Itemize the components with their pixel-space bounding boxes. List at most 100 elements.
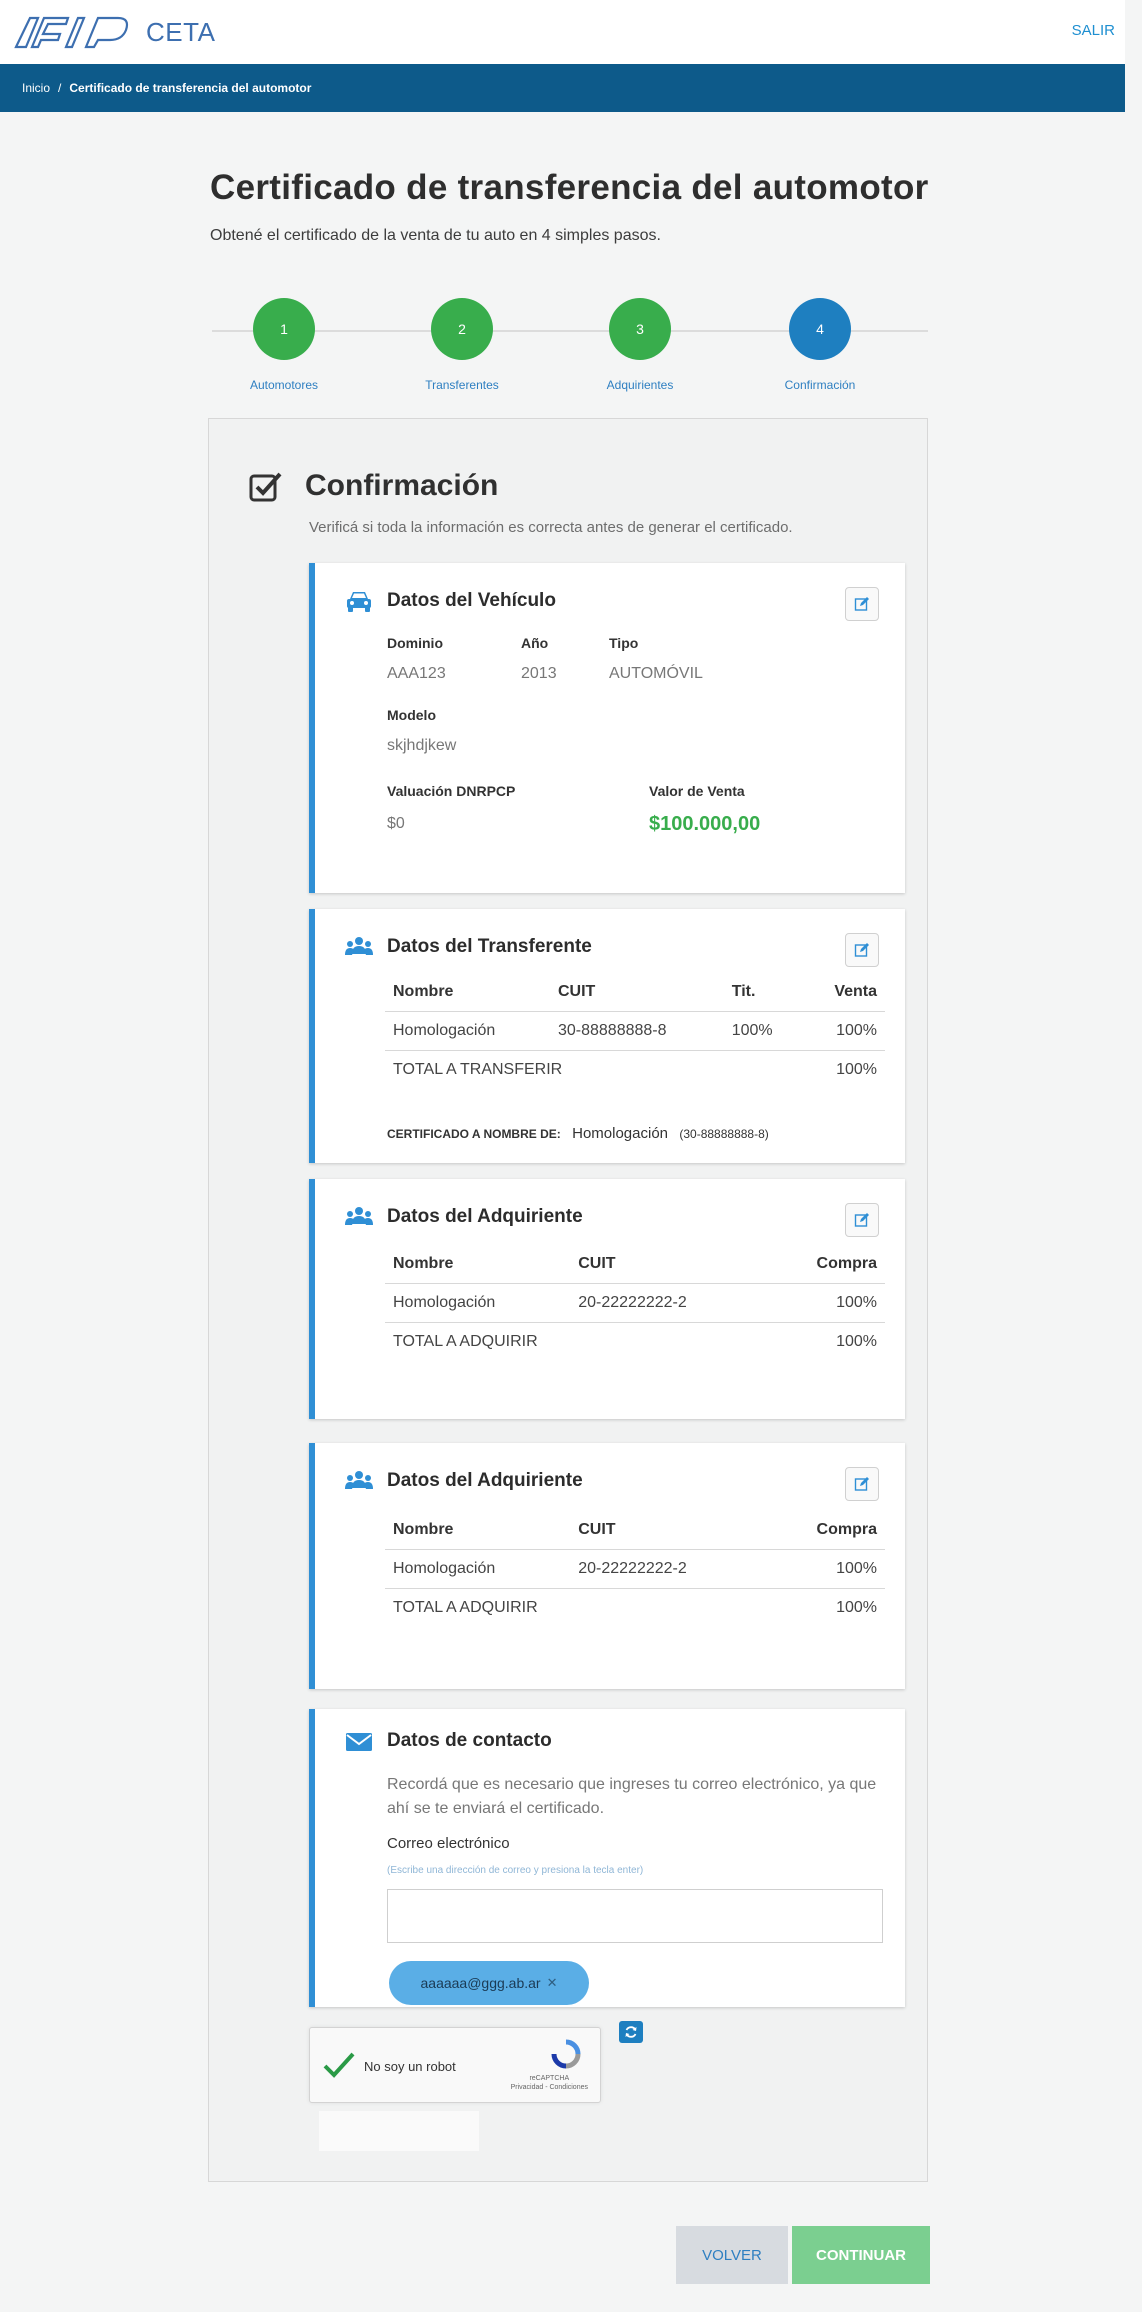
column-header: CUIT bbox=[570, 1511, 766, 1550]
column-header: CUIT bbox=[570, 1245, 766, 1284]
recaptcha-widget[interactable]: No soy un robot reCAPTCHA Privacidad - C… bbox=[309, 2027, 601, 2103]
acquirer-card-2: Datos del Adquiriente Nombre CUIT Compra… bbox=[309, 1443, 905, 1689]
edit-acquirer-button[interactable] bbox=[845, 1467, 879, 1501]
users-icon bbox=[345, 1471, 373, 1489]
certificate-holder-label: CERTIFICADO A NOMBRE DE: bbox=[387, 1127, 561, 1141]
tipo-label: Tipo bbox=[609, 635, 639, 651]
step-label: Adquirientes bbox=[606, 378, 674, 392]
card-title: Datos de contacto bbox=[387, 1730, 552, 1751]
page-subtitle: Obtené el certificado de la venta de tu … bbox=[210, 227, 661, 244]
step-transferentes[interactable]: 2 Transferentes bbox=[382, 298, 542, 392]
column-header: Tit. bbox=[723, 973, 804, 1012]
table-row: Homologación 20-22222222-2 100% bbox=[385, 1549, 885, 1589]
column-header: Compra bbox=[765, 1511, 885, 1550]
step-adquirientes[interactable]: 3 Adquirientes bbox=[560, 298, 720, 392]
checkmark-icon[interactable] bbox=[322, 2050, 356, 2080]
refresh-icon bbox=[625, 2026, 637, 2038]
dominio-value: AAA123 bbox=[387, 665, 446, 682]
section-description: Verificá si toda la información es corre… bbox=[309, 519, 793, 536]
table-header-row: Nombre CUIT Compra bbox=[385, 1245, 885, 1284]
card-title: Datos del Adquiriente bbox=[387, 1206, 583, 1227]
table-row: Homologación 20-22222222-2 100% bbox=[385, 1283, 885, 1323]
cell-nombre: Homologación bbox=[385, 1011, 550, 1051]
step-automotores[interactable]: 1 Automotores bbox=[204, 298, 364, 392]
breadcrumb-separator: / bbox=[58, 81, 62, 95]
cell-cuit: 20-22222222-2 bbox=[570, 1283, 766, 1323]
afip-logo-icon bbox=[14, 16, 129, 49]
email-input[interactable] bbox=[387, 1889, 883, 1943]
column-header: Nombre bbox=[385, 973, 550, 1012]
acquirer-table: Nombre CUIT Compra Homologación 20-22222… bbox=[385, 1245, 885, 1361]
acquirer-table: Nombre CUIT Compra Homologación 20-22222… bbox=[385, 1511, 885, 1627]
edit-acquirer-button[interactable] bbox=[845, 1203, 879, 1237]
app-name: CETA bbox=[146, 16, 216, 47]
table-total-row: TOTAL A ADQUIRIR 100% bbox=[385, 1323, 885, 1362]
recaptcha-brand-name: reCAPTCHA bbox=[529, 2075, 570, 2082]
stepper: 1 Automotores 2 Transferentes 3 Adquirie… bbox=[212, 298, 928, 398]
valuacion-label: Valuación DNRPCP bbox=[387, 783, 516, 799]
total-label: TOTAL A ADQUIRIR bbox=[393, 1599, 538, 1616]
contact-instructions: Recordá que es necesario que ingreses tu… bbox=[387, 1776, 877, 1817]
step-circle: 4 bbox=[789, 298, 851, 360]
card-title: Datos del Vehículo bbox=[387, 590, 556, 611]
captcha-placeholder bbox=[319, 2111, 479, 2151]
users-icon bbox=[345, 937, 373, 955]
card-title: Datos del Adquiriente bbox=[387, 1470, 583, 1491]
total-label: TOTAL A TRANSFERIR bbox=[393, 1061, 563, 1078]
total-value: 100% bbox=[836, 1333, 877, 1350]
column-header: Nombre bbox=[385, 1245, 571, 1284]
page-title: Certificado de transferencia del automot… bbox=[210, 168, 929, 207]
column-header: Compra bbox=[765, 1245, 885, 1284]
breadcrumb-current: Certificado de transferencia del automot… bbox=[69, 81, 312, 95]
recaptcha-label: No soy un robot bbox=[364, 2059, 456, 2074]
column-header: Venta bbox=[803, 973, 885, 1012]
card-header: Datos del Transferente bbox=[345, 935, 592, 959]
refresh-captcha-button[interactable] bbox=[619, 2021, 643, 2043]
valor-venta-value: $100.000,00 bbox=[649, 813, 761, 835]
step-label: Automotores bbox=[249, 378, 319, 392]
step-confirmacion[interactable]: 4 Confirmación bbox=[740, 298, 900, 392]
logout-link[interactable]: SALIR bbox=[1072, 22, 1115, 39]
recaptcha-links[interactable]: Privacidad - Condiciones bbox=[511, 2083, 588, 2092]
modelo-label: Modelo bbox=[387, 707, 436, 723]
modelo-value: skjhdjkew bbox=[387, 737, 457, 754]
cell-nombre: Homologación bbox=[385, 1549, 571, 1589]
continue-button[interactable]: CONTINUAR bbox=[792, 2226, 930, 2284]
card-title: Datos del Transferente bbox=[387, 936, 592, 957]
card-header: Datos del Adquiriente bbox=[345, 1469, 583, 1493]
total-value: 100% bbox=[836, 1061, 877, 1078]
edit-transferor-button[interactable] bbox=[845, 933, 879, 967]
email-label: Correo electrónico bbox=[387, 1835, 510, 1852]
table-row: Homologación 30-88888888-8 100% 100% bbox=[385, 1011, 885, 1051]
certificate-holder: CERTIFICADO A NOMBRE DE: Homologación (3… bbox=[387, 1125, 769, 1142]
column-header: CUIT bbox=[549, 973, 724, 1012]
table-header-row: Nombre CUIT Tit. Venta bbox=[385, 973, 885, 1012]
card-header: Datos de contacto bbox=[345, 1729, 552, 1753]
valor-venta-label: Valor de Venta bbox=[649, 783, 745, 799]
edit-vehicle-button[interactable] bbox=[845, 587, 879, 621]
logo[interactable]: CETA bbox=[14, 14, 215, 50]
cell-nombre: Homologación bbox=[385, 1283, 571, 1323]
contact-card: Datos de contacto Recordá que es necesar… bbox=[309, 1709, 905, 2007]
breadcrumb-home[interactable]: Inicio bbox=[22, 81, 50, 95]
section-title: Confirmación bbox=[305, 469, 499, 502]
cell-venta: 100% bbox=[803, 1011, 885, 1051]
email-chip[interactable]: aaaaaa@ggg.ab.ar ✕ bbox=[389, 1961, 589, 2005]
step-label: Transferentes bbox=[425, 378, 499, 392]
back-button[interactable]: VOLVER bbox=[676, 2226, 788, 2284]
table-header-row: Nombre CUIT Compra bbox=[385, 1511, 885, 1550]
anio-value: 2013 bbox=[521, 665, 557, 682]
certificate-holder-cuit: (30-88888888-8) bbox=[679, 1127, 769, 1141]
edit-icon bbox=[854, 1213, 869, 1227]
step-label: Confirmación bbox=[784, 378, 856, 392]
card-header: Datos del Adquiriente bbox=[345, 1205, 583, 1229]
edit-icon bbox=[854, 943, 869, 957]
anio-label: Año bbox=[521, 635, 549, 651]
email-chip-label: aaaaaa@ggg.ab.ar bbox=[420, 1975, 541, 1991]
checkbox-checked-icon bbox=[249, 472, 282, 502]
close-icon[interactable]: ✕ bbox=[547, 1975, 558, 1991]
column-header: Nombre bbox=[385, 1511, 571, 1550]
cell-cuit: 20-22222222-2 bbox=[570, 1549, 766, 1589]
step-circle: 1 bbox=[253, 298, 315, 360]
cell-compra: 100% bbox=[765, 1283, 885, 1323]
